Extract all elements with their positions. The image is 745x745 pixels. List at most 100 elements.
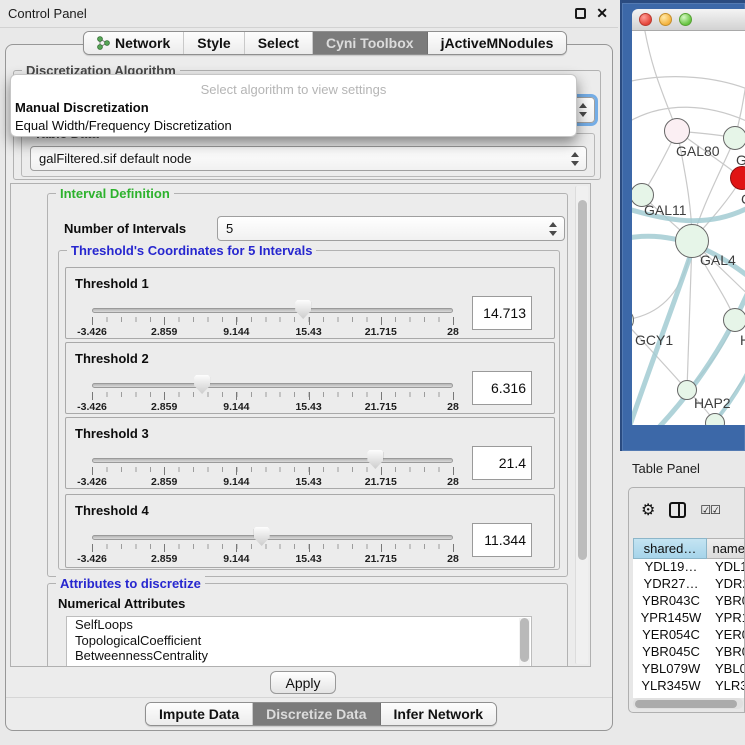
cell-shared-name[interactable]: YER054C	[633, 627, 709, 644]
cell-name[interactable]: YBR0	[709, 644, 745, 661]
tab-impute-data[interactable]: Impute Data	[146, 703, 253, 725]
threshold-value-field[interactable]: 11.344	[472, 523, 532, 557]
table-row[interactable]: YPR145WYPR1	[633, 610, 745, 627]
threshold-3-box: Threshold 3 -3.4262.8599.14415.4321.7152…	[65, 417, 555, 489]
threshold-3-slider[interactable]: -3.4262.8599.14415.4321.71528	[92, 456, 453, 490]
table-row[interactable]: YBL079WYBL0	[633, 661, 745, 678]
tick-label: -3.426	[77, 553, 107, 565]
node-right[interactable]	[723, 308, 745, 332]
cell-name[interactable]: YBL0	[709, 661, 745, 678]
tab-jactivemnodules[interactable]: jActiveMNodules	[428, 32, 567, 54]
major-tick	[236, 467, 237, 475]
tab-label: jActiveMNodules	[441, 35, 554, 51]
tab-style[interactable]: Style	[184, 32, 244, 54]
group-title: Threshold's Coordinates for 5 Intervals	[67, 243, 316, 258]
node-top-right[interactable]	[723, 126, 745, 150]
threshold-value-field[interactable]: 6.316	[472, 371, 532, 405]
threshold-4-slider[interactable]: -3.4262.8599.14415.4321.71528	[92, 533, 453, 567]
threshold-2-box: Threshold 2 -3.4262.8599.14415.4321.7152…	[65, 342, 555, 414]
cell-shared-name[interactable]: YPR145W	[633, 610, 709, 627]
apply-button[interactable]: Apply	[270, 671, 336, 694]
tab-select[interactable]: Select	[245, 32, 313, 54]
tick-label: 21.715	[365, 401, 397, 413]
table-row[interactable]: YBR043CYBR0	[633, 593, 745, 610]
cyni-bottom-tabbar: Impute Data Discretize Data Infer Networ…	[145, 702, 497, 726]
right-panels: GAL80 G GAL11 GAL4 C GCY1 H HAP2 Table P…	[618, 0, 745, 745]
network-canvas[interactable]: GAL80 G GAL11 GAL4 C GCY1 H HAP2	[632, 31, 745, 425]
cell-shared-name[interactable]: YDR27…	[633, 576, 709, 593]
table-data-value: galFiltered.sif default node	[39, 151, 191, 166]
threshold-1-box: Threshold 1 -3.4262.8599.14415.4321.7152…	[65, 267, 555, 339]
list-item[interactable]: SelfLoops	[67, 617, 531, 633]
table-row[interactable]: YLR345WYLR3	[633, 678, 745, 695]
tick-label: 21.715	[365, 326, 397, 338]
tick-label: 28	[447, 326, 459, 338]
tab-cyni-toolbox[interactable]: Cyni Toolbox	[313, 32, 428, 54]
minimize-traffic-light-icon[interactable]	[659, 13, 672, 26]
zoom-traffic-light-icon[interactable]	[679, 13, 692, 26]
popup-option-equal-width[interactable]: Equal Width/Frequency Discretization	[11, 118, 576, 133]
cell-name[interactable]: YLR3	[709, 678, 745, 695]
slider-track[interactable]	[92, 383, 453, 388]
gear-icon[interactable]: ⚙	[641, 500, 655, 520]
tab-label: Network	[115, 35, 170, 51]
slider-track[interactable]	[92, 458, 453, 463]
slider-track[interactable]	[92, 308, 453, 313]
node-label: GAL11	[644, 202, 687, 218]
slider-scale: -3.4262.8599.14415.4321.71528	[92, 317, 453, 341]
threshold-1-slider[interactable]: -3.4262.8599.14415.4321.71528	[92, 306, 453, 340]
cell-shared-name[interactable]: YBR043C	[633, 593, 709, 610]
tab-discretize-data[interactable]: Discretize Data	[253, 703, 380, 725]
tab-network[interactable]: Network	[84, 32, 184, 54]
threshold-value-field[interactable]: 21.4	[472, 446, 532, 480]
checkbox-checked-icons[interactable]: ☑☑	[700, 503, 720, 517]
numerical-attributes-list: SelfLoops TopologicalCoefficient Between…	[66, 616, 532, 667]
column-header-name[interactable]: name	[707, 538, 745, 559]
popup-option-manual[interactable]: Manual Discretization	[11, 100, 576, 115]
list-item[interactable]: TopologicalCoefficient	[67, 633, 531, 649]
cell-name[interactable]: YDL1	[709, 559, 745, 576]
threshold-2-slider[interactable]: -3.4262.8599.14415.4321.71528	[92, 381, 453, 415]
cell-name[interactable]: YBR0	[709, 593, 745, 610]
table-row[interactable]: YDR27…YDR2	[633, 576, 745, 593]
tick-label: -3.426	[77, 326, 107, 338]
network-icon	[97, 36, 110, 50]
cell-shared-name[interactable]: YLR345W	[633, 678, 709, 695]
major-tick	[381, 544, 382, 552]
cell-shared-name[interactable]: YBL079W	[633, 661, 709, 678]
node-gal80[interactable]	[664, 118, 690, 144]
tick-label: 9.144	[223, 553, 249, 565]
close-icon[interactable]: ✕	[596, 5, 608, 22]
tick-label: 9.144	[223, 401, 249, 413]
major-tick	[92, 544, 93, 552]
close-traffic-light-icon[interactable]	[639, 13, 652, 26]
tick-label: 28	[447, 553, 459, 565]
list-item[interactable]: BetweennessCentrality	[67, 648, 531, 664]
list-scrollbar[interactable]	[519, 618, 530, 667]
cell-name[interactable]: YDR2	[709, 576, 745, 593]
table-row[interactable]: YBR045CYBR0	[633, 644, 745, 661]
major-tick	[453, 467, 454, 475]
stepper-arrows-icon	[548, 222, 557, 236]
table-data-combobox[interactable]: galFiltered.sif default node	[30, 146, 587, 171]
cell-shared-name[interactable]: YDL19…	[633, 559, 709, 576]
column-header-shared-name[interactable]: shared…	[633, 538, 707, 559]
table-row[interactable]: YDL19…YDL1	[633, 559, 745, 576]
float-window-icon[interactable]	[575, 8, 586, 19]
tick-label: 15.43	[295, 326, 321, 338]
number-of-intervals-combobox[interactable]: 5	[217, 216, 565, 241]
cell-name[interactable]: YER0	[709, 627, 745, 644]
tab-infer-network[interactable]: Infer Network	[381, 703, 496, 725]
settings-scrollbar[interactable]	[575, 186, 588, 664]
node-label: C	[741, 191, 745, 207]
network-window-titlebar[interactable]	[632, 9, 745, 31]
cell-shared-name[interactable]: YBR045C	[633, 644, 709, 661]
algorithm-dropdown-popup: Select algorithm to view settings Manual…	[10, 74, 577, 137]
split-columns-icon[interactable]	[669, 502, 686, 518]
threshold-label: Threshold 2	[66, 343, 554, 366]
threshold-value-field[interactable]: 14.713	[472, 296, 532, 330]
slider-track[interactable]	[92, 535, 453, 540]
table-horizontal-scrollbar[interactable]	[633, 698, 743, 709]
table-row[interactable]: YER054CYER0	[633, 627, 745, 644]
cell-name[interactable]: YPR1	[709, 610, 745, 627]
